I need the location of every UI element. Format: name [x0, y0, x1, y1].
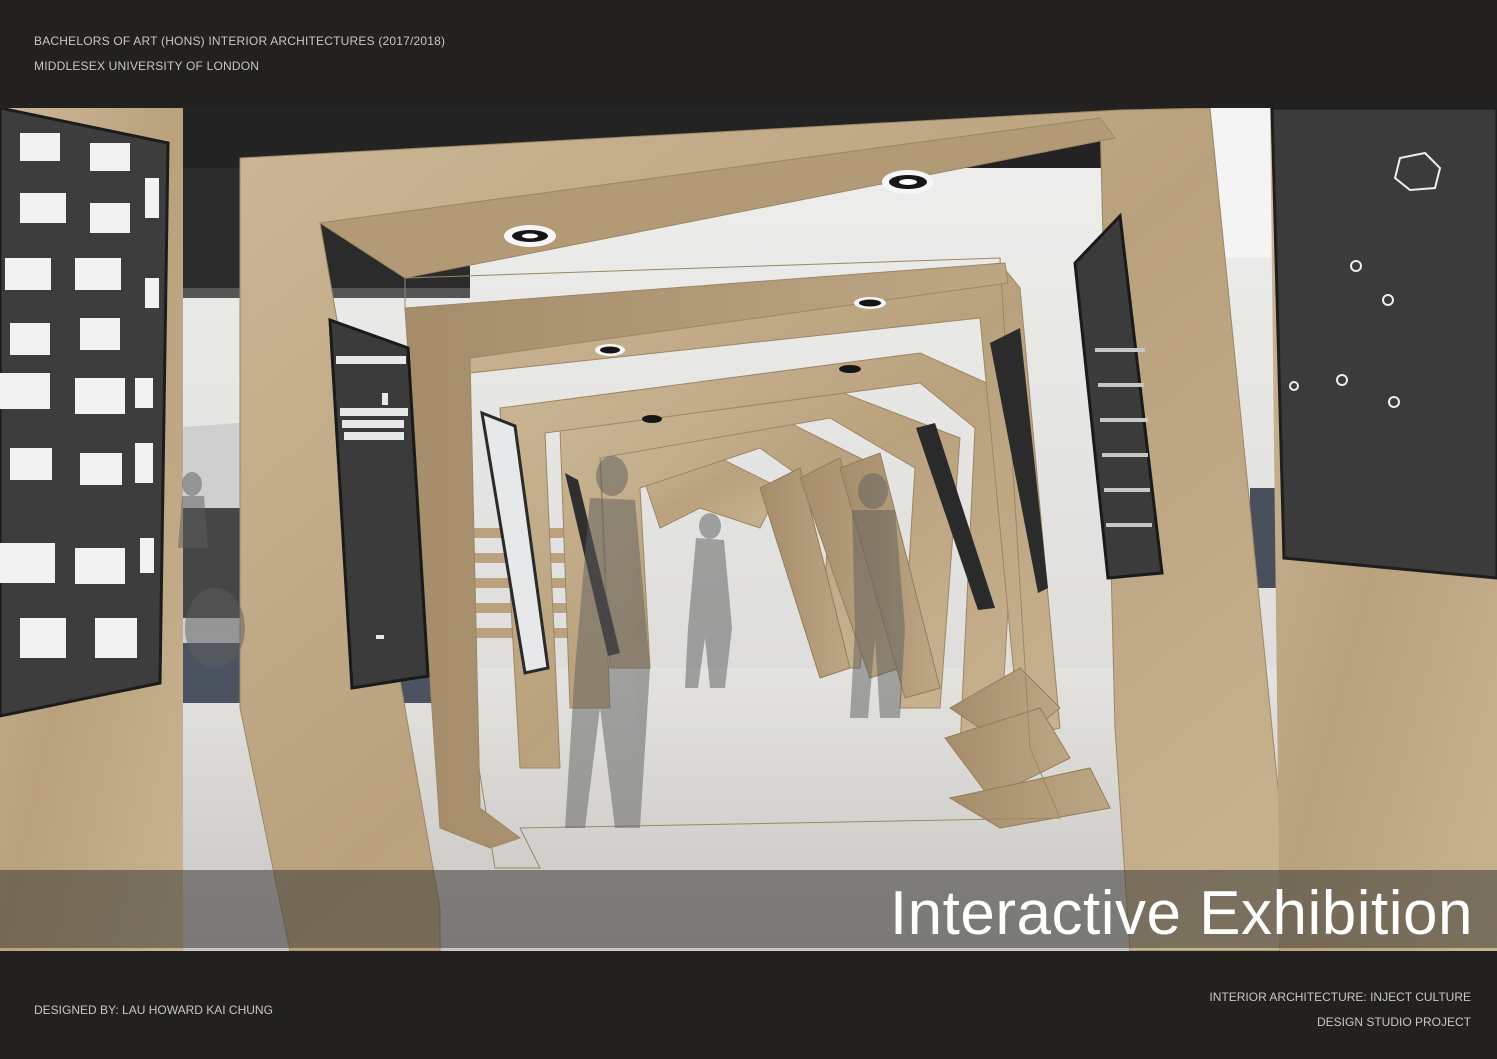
- page-header: BACHELORS OF ART (HONS) INTERIOR ARCHITE…: [0, 0, 1497, 108]
- course-title: INTERIOR ARCHITECTURE: INJECT CULTURE: [1209, 990, 1471, 1004]
- page-footer: DESIGNED BY: LAU HOWARD KAI CHUNG INTERI…: [0, 951, 1497, 1059]
- render-title: Interactive Exhibition: [889, 879, 1473, 948]
- render-illustration: [0, 108, 1497, 951]
- exhibition-render: Interactive Exhibition: [0, 108, 1497, 951]
- project-title: DESIGN STUDIO PROJECT: [1316, 1015, 1471, 1029]
- designer-credit: DESIGNED BY: LAU HOWARD KAI CHUNG: [34, 1003, 273, 1017]
- degree-title: BACHELORS OF ART (HONS) INTERIOR ARCHITE…: [34, 34, 446, 48]
- university-name: MIDDLESEX UNIVERSITY OF LONDON: [34, 59, 260, 73]
